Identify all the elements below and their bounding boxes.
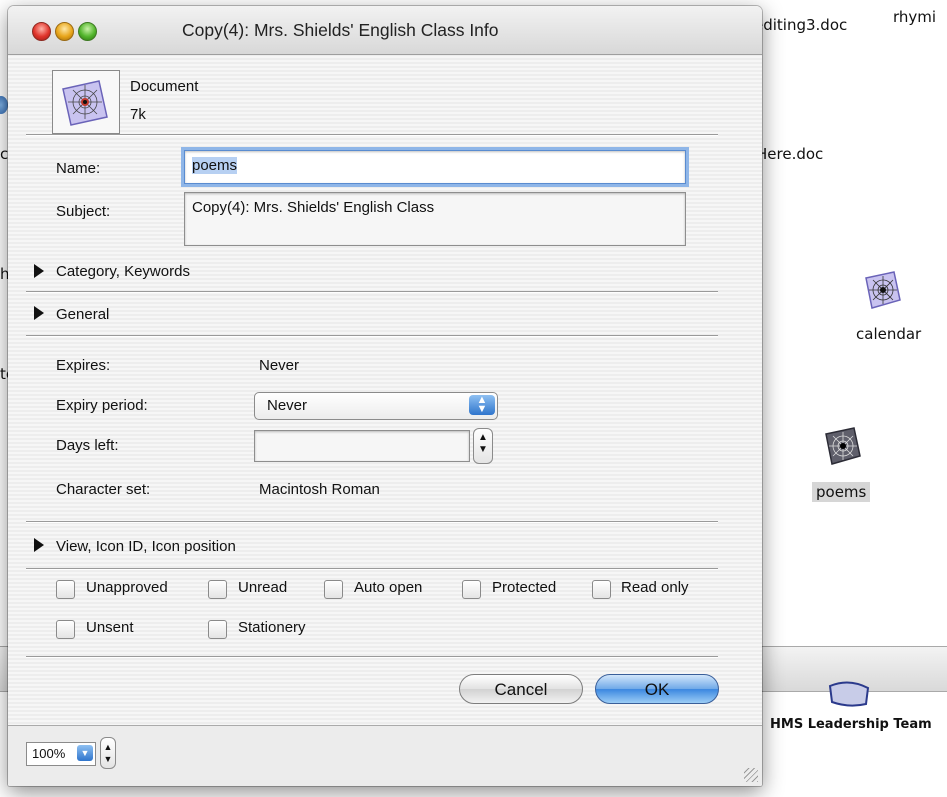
expiry-period-popup[interactable]: Never ▲ ▼	[254, 392, 498, 420]
read-only-checkbox[interactable]	[592, 580, 611, 599]
desktop-label-rhymi[interactable]: rhymi	[893, 8, 936, 26]
divider	[26, 521, 718, 523]
divider	[26, 134, 718, 136]
name-label: Name:	[56, 160, 101, 177]
days-left-label: Days left:	[56, 437, 119, 454]
zoom-value: 100%	[32, 746, 66, 761]
expiry-period-value: Never	[267, 397, 308, 414]
divider	[26, 291, 718, 293]
desktop-label-editing3[interactable]: editing3.doc	[754, 16, 847, 34]
expires-label: Expires:	[56, 357, 111, 374]
stationery-checkbox[interactable]	[208, 620, 227, 639]
expires-value: Never	[259, 357, 300, 374]
character-set-value: Macintosh Roman	[259, 481, 380, 498]
document-icon	[52, 70, 120, 134]
days-left-field[interactable]	[254, 430, 470, 462]
section-view-icon[interactable]: View, Icon ID, Icon position	[56, 538, 236, 555]
popup-arrows-icon: ▲ ▼	[469, 395, 495, 415]
window-title: Copy(4): Mrs. Shields' English Class Inf…	[182, 20, 499, 40]
divider	[26, 656, 718, 658]
stationery-label[interactable]: Stationery	[238, 619, 306, 636]
days-left-stepper[interactable]: ▲ ▼	[473, 428, 493, 464]
character-set-label: Character set:	[56, 481, 151, 498]
desktop-label-poems[interactable]: poems	[812, 482, 871, 502]
document-size: 7k	[130, 106, 146, 123]
expiry-period-label: Expiry period:	[56, 397, 148, 414]
minimize-button[interactable]	[55, 22, 74, 41]
calendar-file-icon[interactable]	[860, 268, 906, 314]
poems-file-icon[interactable]	[820, 424, 866, 470]
close-button[interactable]	[32, 22, 51, 41]
desktop-label-calendar[interactable]: calendar	[856, 325, 921, 343]
auto-open-checkbox[interactable]	[324, 580, 343, 599]
cancel-button[interactable]: Cancel	[459, 674, 583, 704]
divider	[26, 335, 718, 337]
zoom-stepper[interactable]: ▲ ▼	[100, 737, 116, 769]
unsent-label[interactable]: Unsent	[86, 619, 134, 636]
auto-open-label[interactable]: Auto open	[354, 579, 422, 596]
unsent-checkbox[interactable]	[56, 620, 75, 639]
general-disclosure-triangle[interactable]	[34, 306, 44, 320]
desktop-label-c: c	[0, 145, 9, 163]
info-window: Copy(4): Mrs. Shields' English Class Inf…	[8, 6, 762, 786]
divider	[26, 568, 718, 570]
subject-field[interactable]: Copy(4): Mrs. Shields' English Class	[184, 192, 686, 246]
status-bar: 100% ▼ ▲ ▼	[8, 725, 762, 786]
protected-checkbox[interactable]	[462, 580, 481, 599]
hms-file-icon[interactable]	[826, 680, 872, 708]
zoom-button[interactable]	[78, 22, 97, 41]
zoom-popup[interactable]: 100% ▼	[26, 742, 96, 766]
unread-checkbox[interactable]	[208, 580, 227, 599]
subject-label: Subject:	[56, 203, 111, 220]
category-disclosure-triangle[interactable]	[34, 264, 44, 278]
desktop-label-hms[interactable]: HMS Leadership Team	[770, 717, 932, 732]
ok-button[interactable]: OK	[595, 674, 719, 704]
chevron-down-icon: ▼	[77, 745, 93, 761]
name-value: poems	[192, 157, 238, 174]
view-disclosure-triangle[interactable]	[34, 538, 44, 552]
desktop-label-here-doc[interactable]: Here.doc	[756, 145, 823, 163]
unapproved-label[interactable]: Unapproved	[86, 579, 168, 596]
unapproved-checkbox[interactable]	[56, 580, 75, 599]
resize-grip-icon[interactable]	[744, 768, 758, 782]
section-category-keywords[interactable]: Category, Keywords	[56, 263, 190, 280]
document-kind: Document	[130, 78, 199, 95]
title-bar[interactable]: Copy(4): Mrs. Shields' English Class Inf…	[8, 6, 762, 55]
name-field[interactable]: poems	[184, 150, 686, 184]
unread-label[interactable]: Unread	[238, 579, 287, 596]
section-general[interactable]: General	[56, 306, 109, 323]
subject-value: Copy(4): Mrs. Shields' English Class	[192, 199, 435, 216]
protected-label[interactable]: Protected	[492, 579, 556, 596]
partial-desktop-icon	[0, 96, 8, 114]
read-only-label[interactable]: Read only	[621, 579, 689, 596]
